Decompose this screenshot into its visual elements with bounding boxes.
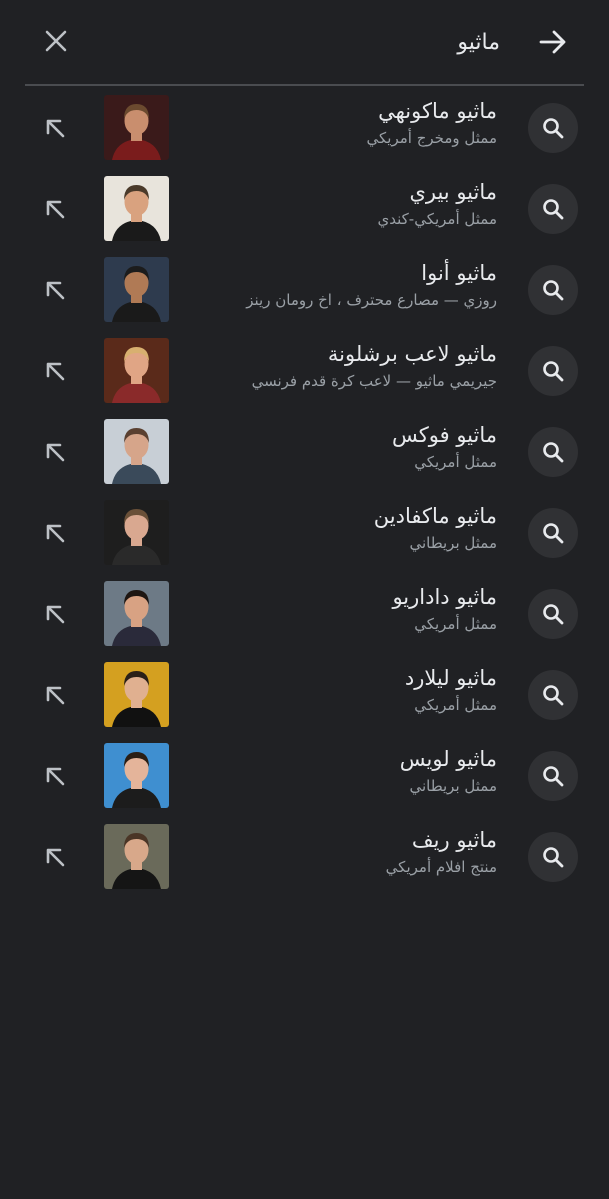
close-button[interactable] (38, 23, 74, 59)
suggestion-title: ماثيو داداريو (392, 585, 497, 609)
fill-query-button[interactable] (40, 194, 70, 224)
search-icon (543, 361, 564, 382)
suggestion-title: ماثيو لويس (399, 747, 497, 771)
suggestion-title: ماثيو أنوا (421, 261, 497, 285)
arrow-up-left-icon (46, 605, 65, 624)
suggestion-row[interactable]: ماثيو داداريو ممثل أمريكي (0, 573, 609, 654)
suggestion-title: ماثيو لاعب برشلونة (327, 342, 497, 366)
fill-query-button[interactable] (40, 113, 70, 143)
suggestion-thumbnail (104, 338, 169, 403)
search-suggestion-button[interactable] (528, 508, 578, 558)
fill-query-button[interactable] (40, 275, 70, 305)
suggestion-row[interactable]: ماثيو ريف منتج افلام أمريكي (0, 816, 609, 897)
fill-query-button[interactable] (40, 842, 70, 872)
fill-query-button[interactable] (40, 761, 70, 791)
arrow-up-left-icon (46, 281, 65, 300)
fill-query-button[interactable] (40, 356, 70, 386)
suggestion-subtitle: روزي — مصارع محترف ، اخ رومان رينز (246, 291, 497, 309)
suggestion-row[interactable]: ماثيو لاعب برشلونة جيريمي ماثيو — لاعب ك… (0, 330, 609, 411)
suggestion-subtitle: ممثل أمريكي-كندي (377, 210, 498, 228)
arrow-up-left-icon (46, 524, 65, 543)
suggestion-subtitle: ممثل بريطاني (409, 777, 497, 795)
submit-search-button[interactable] (533, 22, 573, 62)
search-icon (543, 604, 564, 625)
suggestion-row[interactable]: ماثيو ماكفادين ممثل بريطاني (0, 492, 609, 573)
suggestion-subtitle: ممثل أمريكي (414, 615, 497, 633)
suggestion-thumbnail (104, 176, 169, 241)
fill-query-button[interactable] (40, 518, 70, 548)
arrow-up-left-icon (46, 119, 65, 138)
suggestion-title: ماثيو فوكس (391, 423, 497, 447)
suggestion-subtitle: ممثل أمريكي (414, 696, 497, 714)
suggestion-title: ماثيو بيري (409, 180, 497, 204)
search-suggestion-button[interactable] (528, 427, 578, 477)
suggestion-subtitle: ممثل أمريكي (414, 453, 497, 471)
suggestion-list: ماثيو ماكونهي ممثل ومخرج أمريكي ماثيو بي… (0, 87, 609, 897)
suggestion-title: ماثيو ماكفادين (373, 504, 497, 528)
search-suggestion-button[interactable] (528, 184, 578, 234)
fill-query-button[interactable] (40, 680, 70, 710)
fill-query-button[interactable] (40, 437, 70, 467)
suggestion-thumbnail (104, 257, 169, 322)
search-icon (543, 685, 564, 706)
search-icon (543, 118, 564, 139)
suggestion-thumbnail (104, 419, 169, 484)
suggestion-subtitle: جيريمي ماثيو — لاعب كرة قدم فرنسي (251, 372, 497, 390)
suggestion-row[interactable]: ماثيو فوكس ممثل أمريكي (0, 411, 609, 492)
search-icon (543, 280, 564, 301)
header-divider (25, 84, 584, 86)
fill-query-button[interactable] (40, 599, 70, 629)
close-icon (45, 30, 67, 52)
search-suggestion-button[interactable] (528, 265, 578, 315)
suggestion-thumbnail (104, 500, 169, 565)
arrow-up-left-icon (46, 200, 65, 219)
search-suggestion-button[interactable] (528, 589, 578, 639)
search-icon (543, 442, 564, 463)
suggestion-row[interactable]: ماثيو ليلارد ممثل أمريكي (0, 654, 609, 735)
suggestion-title: ماثيو ريف (411, 828, 497, 852)
suggestion-thumbnail (104, 95, 169, 160)
search-suggestion-button[interactable] (528, 832, 578, 882)
search-icon (543, 523, 564, 544)
suggestion-subtitle: ممثل ومخرج أمريكي (366, 129, 498, 147)
suggestion-thumbnail (104, 824, 169, 889)
search-input[interactable] (90, 22, 500, 62)
suggestion-row[interactable]: ماثيو ماكونهي ممثل ومخرج أمريكي (0, 87, 609, 168)
search-suggestion-button[interactable] (528, 346, 578, 396)
search-icon (543, 766, 564, 787)
arrow-up-left-icon (46, 362, 65, 381)
suggestion-subtitle: منتج افلام أمريكي (385, 858, 497, 876)
arrow-up-left-icon (46, 767, 65, 786)
suggestion-row[interactable]: ماثيو بيري ممثل أمريكي-كندي (0, 168, 609, 249)
arrow-right-icon (539, 30, 566, 54)
suggestion-title: ماثيو ليلارد (404, 666, 497, 690)
suggestion-subtitle: ممثل بريطاني (409, 534, 497, 552)
suggestion-thumbnail (104, 743, 169, 808)
suggestion-thumbnail (104, 662, 169, 727)
arrow-up-left-icon (46, 686, 65, 705)
suggestion-title: ماثيو ماكونهي (378, 99, 497, 123)
arrow-up-left-icon (46, 443, 65, 462)
search-suggestion-button[interactable] (528, 103, 578, 153)
search-icon (543, 199, 564, 220)
search-suggestion-button[interactable] (528, 751, 578, 801)
arrow-up-left-icon (46, 848, 65, 867)
suggestion-row[interactable]: ماثيو أنوا روزي — مصارع محترف ، اخ رومان… (0, 249, 609, 330)
suggestion-row[interactable]: ماثيو لويس ممثل بريطاني (0, 735, 609, 816)
search-icon (543, 847, 564, 868)
suggestion-thumbnail (104, 581, 169, 646)
search-header (0, 0, 609, 84)
search-suggestion-button[interactable] (528, 670, 578, 720)
